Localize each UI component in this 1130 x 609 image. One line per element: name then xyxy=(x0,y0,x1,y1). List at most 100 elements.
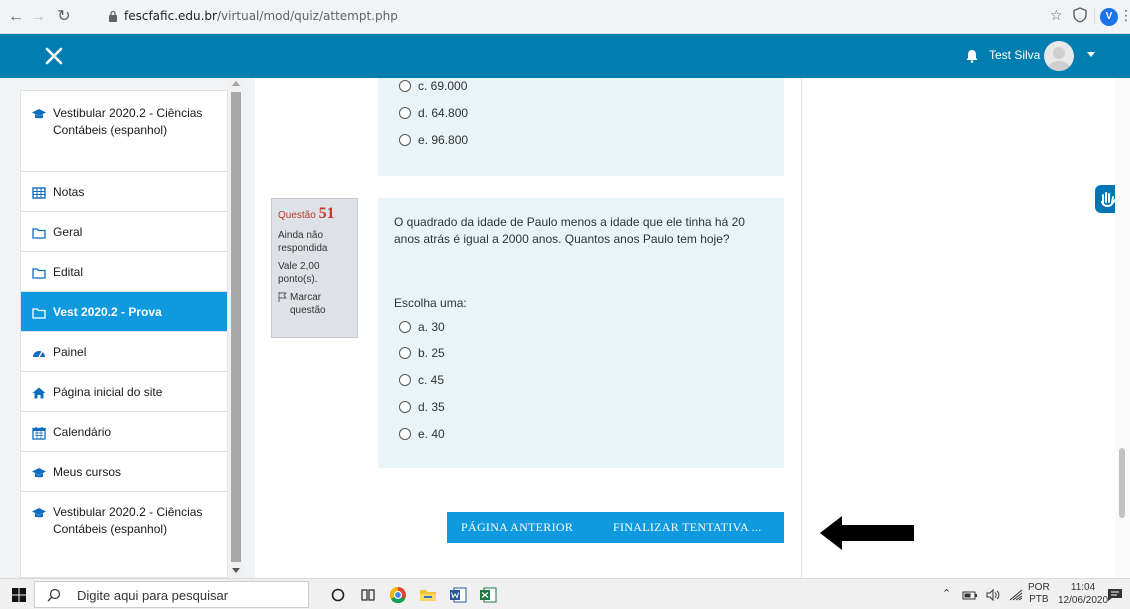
reload-icon[interactable]: ↻ xyxy=(54,7,74,27)
choose-prompt: Escolha uma: xyxy=(394,296,467,310)
sidebar-item-home[interactable]: Página inicial do site xyxy=(21,372,227,412)
answer-option[interactable]: c. 69.000 xyxy=(399,79,467,93)
bookmark-star-icon[interactable]: ☆ xyxy=(1050,7,1063,24)
task-view-icon[interactable] xyxy=(358,585,378,605)
toolbar-separator xyxy=(1094,9,1095,25)
radio-button[interactable] xyxy=(399,428,411,440)
radio-button[interactable] xyxy=(399,134,411,146)
browser-toolbar: ← → ↻ fescfafic.edu.br/virtual/mod/quiz/… xyxy=(0,0,1130,34)
close-drawer-icon[interactable] xyxy=(42,44,66,68)
scroll-up-icon[interactable] xyxy=(232,81,240,86)
cortana-icon[interactable] xyxy=(328,585,348,605)
battery-icon[interactable] xyxy=(962,587,978,603)
sidebar-item-label: Painel xyxy=(53,345,87,359)
radio-button[interactable] xyxy=(399,80,411,92)
radio-button[interactable] xyxy=(399,347,411,359)
sidebar-item-label: Vestibular 2020.2 - Ciências Contábeis (… xyxy=(53,505,203,536)
finish-attempt-button[interactable]: FINALIZAR TENTATIVA ... xyxy=(613,520,762,535)
graduation-cap-icon xyxy=(32,468,46,478)
folder-icon xyxy=(32,308,46,319)
sidebar-item-course[interactable]: Vestibular 2020.2 - Ciências Contábeis (… xyxy=(21,91,227,172)
profile-avatar[interactable]: V xyxy=(1100,8,1118,26)
sidebar-item-calendario[interactable]: Calendário xyxy=(21,412,227,452)
calendar-icon xyxy=(32,427,46,440)
nav-drawer: Vestibular 2020.2 - Ciências Contábeis (… xyxy=(0,78,243,578)
sidebar-item-vest-prova[interactable]: Vest 2020.2 - Prova xyxy=(21,292,227,332)
folder-icon xyxy=(32,268,46,279)
sidebar-item-label: Página inicial do site xyxy=(53,385,163,399)
radio-button[interactable] xyxy=(399,374,411,386)
notification-center-icon[interactable] xyxy=(1106,586,1124,604)
input-language[interactable]: POR PTB xyxy=(1028,582,1050,606)
table-icon xyxy=(32,187,46,199)
windows-start-icon[interactable] xyxy=(12,588,26,602)
notification-bell-icon[interactable] xyxy=(965,49,979,63)
sidebar-item-course-2[interactable]: Vestibular 2020.2 - Ciências Contábeis (… xyxy=(21,492,227,577)
site-navbar: Test Silva xyxy=(0,34,1130,78)
question-info-panel: Questão 51 Ainda não respondida Vale 2,0… xyxy=(271,198,358,338)
extension-shield-icon[interactable] xyxy=(1073,7,1087,23)
answer-option[interactable]: d. 64.800 xyxy=(399,106,468,120)
radio-button[interactable] xyxy=(399,107,411,119)
scroll-down-icon[interactable] xyxy=(232,568,240,573)
drawer-scrollbar[interactable] xyxy=(229,78,243,578)
taskbar-search[interactable]: Digite aqui para pesquisar xyxy=(34,581,309,608)
drawer-scroll-thumb[interactable] xyxy=(231,92,241,562)
left-arrow-icon xyxy=(820,516,914,550)
user-menu-caret-icon[interactable] xyxy=(1087,52,1095,57)
answer-option[interactable]: a. 30 xyxy=(399,320,445,334)
radio-button[interactable] xyxy=(399,401,411,413)
address-bar[interactable]: fescfafic.edu.br/virtual/mod/quiz/attemp… xyxy=(100,4,1040,30)
right-blank-region xyxy=(801,78,1115,578)
tray-chevron-icon[interactable]: ⌃ xyxy=(942,587,951,600)
answer-option[interactable]: e. 40 xyxy=(399,427,445,441)
sidebar-item-painel[interactable]: Painel xyxy=(21,332,227,372)
search-icon xyxy=(47,588,61,602)
sidebar-item-notas[interactable]: Notas xyxy=(21,172,227,212)
wifi-icon[interactable] xyxy=(1008,587,1024,603)
volume-icon[interactable] xyxy=(985,587,1001,603)
folder-icon xyxy=(32,228,46,239)
sidebar-item-edital[interactable]: Edital xyxy=(21,252,227,292)
lock-icon xyxy=(109,10,117,22)
sidebar-item-label: Notas xyxy=(53,185,85,199)
graduation-cap-icon xyxy=(32,508,46,518)
answer-option[interactable]: d. 35 xyxy=(399,400,445,414)
flag-question-link[interactable]: Marcar questão xyxy=(278,291,351,317)
file-explorer-icon[interactable] xyxy=(418,585,438,605)
answer-option[interactable]: c. 45 xyxy=(399,373,444,387)
answer-option[interactable]: e. 96.800 xyxy=(399,133,468,147)
sidebar-item-label: Meus cursos xyxy=(53,465,122,479)
question-number: Questão 51 xyxy=(278,205,335,222)
answer-option[interactable]: b. 25 xyxy=(399,346,445,360)
sidebar-item-label: Edital xyxy=(53,265,84,279)
search-placeholder: Digite aqui para pesquisar xyxy=(77,588,229,603)
url-text: fescfafic.edu.br/virtual/mod/quiz/attemp… xyxy=(124,9,398,23)
back-icon[interactable]: ← xyxy=(6,7,26,27)
previous-page-button[interactable]: PÁGINA ANTERIOR xyxy=(461,520,573,535)
question-grade: Vale 2,00 ponto(s). xyxy=(278,261,320,285)
user-avatar[interactable] xyxy=(1044,41,1074,71)
forward-icon[interactable]: → xyxy=(28,7,48,27)
sidebar-item-label: Vestibular 2020.2 - Ciências Contábeis (… xyxy=(53,106,203,137)
windows-taskbar: Digite aqui para pesquisar ⌃ POR PTB 11:… xyxy=(0,578,1130,609)
user-name[interactable]: Test Silva xyxy=(989,48,1040,62)
sidebar-item-label: Calendário xyxy=(53,425,112,439)
question-text: O quadrado da idade de Paulo menos a ida… xyxy=(394,215,745,246)
radio-button[interactable] xyxy=(399,321,411,333)
excel-icon[interactable] xyxy=(478,585,498,605)
question-status: Ainda não respondida xyxy=(278,230,328,254)
page-scroll-thumb[interactable] xyxy=(1119,448,1125,518)
chrome-icon[interactable] xyxy=(388,585,408,605)
system-clock[interactable]: 11:04 12/06/2020 xyxy=(1058,581,1108,607)
word-icon[interactable] xyxy=(448,585,468,605)
quiz-nav-buttons: PÁGINA ANTERIOR FINALIZAR TENTATIVA ... xyxy=(447,512,784,543)
more-menu-icon[interactable]: ⋮ xyxy=(1119,7,1130,24)
sidebar-item-geral[interactable]: Geral xyxy=(21,212,227,252)
sidebar-item-meus-cursos[interactable]: Meus cursos xyxy=(21,452,227,492)
page-scrollbar[interactable] xyxy=(1115,78,1130,578)
dashboard-icon xyxy=(33,351,45,358)
flag-icon xyxy=(278,292,287,302)
sidebar-item-label: Geral xyxy=(53,225,83,239)
nav-drawer-list: Vestibular 2020.2 - Ciências Contábeis (… xyxy=(20,90,228,578)
